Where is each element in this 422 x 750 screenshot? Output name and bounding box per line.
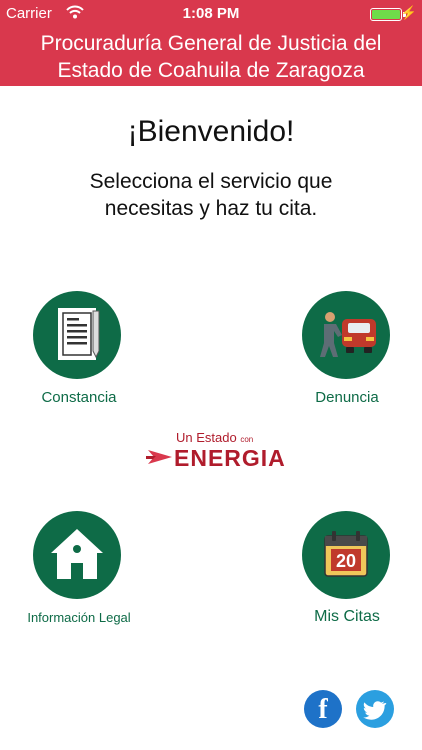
police-car-icon: [320, 312, 376, 357]
header-title-line1: Procuraduría General de Justicia del: [40, 32, 382, 55]
denuncia-label[interactable]: Denuncia: [286, 389, 408, 406]
energia-logo-mark: [146, 450, 172, 464]
facebook-button[interactable]: f: [304, 690, 342, 728]
document-icon: [58, 308, 100, 360]
facebook-icon: f: [318, 694, 328, 725]
twitter-button[interactable]: [356, 690, 394, 728]
charging-icon: ⚡: [400, 5, 417, 20]
status-bar: Carrier 1:08 PM ⚡: [0, 0, 422, 28]
un-estado-con-energia-logo: Un Estado con ENERGIA: [140, 430, 290, 471]
status-time: 1:08 PM: [182, 5, 240, 22]
header-title: Procuraduría General de Justicia del Est…: [0, 30, 422, 84]
house-icon: [51, 529, 103, 579]
twitter-icon: [363, 701, 387, 720]
logo-top: Un Estado: [176, 430, 237, 445]
informacion-legal-label[interactable]: Información Legal: [10, 610, 148, 625]
calendar-day: 20: [336, 551, 356, 571]
logo-con: con: [240, 435, 254, 444]
logo-brand: ENERGIA: [174, 445, 286, 471]
mis-citas-label[interactable]: Mis Citas: [286, 608, 408, 626]
logo-tagline: Un Estado con: [176, 430, 253, 445]
informacion-legal-button[interactable]: [33, 511, 121, 599]
calendar-icon: 20: [324, 531, 368, 577]
welcome-heading: ¡Bienvenido!: [127, 115, 295, 148]
app-header: Carrier 1:08 PM ⚡ Procuraduría General d…: [0, 0, 422, 86]
subtitle: Selecciona el servicio que necesitas y h…: [60, 168, 362, 222]
subtitle-line1: Selecciona el servicio que: [89, 170, 333, 193]
subtitle-line2: necesitas y haz tu cita.: [104, 197, 318, 220]
denuncia-button[interactable]: [302, 291, 390, 379]
battery-icon: [370, 8, 402, 21]
header-title-line2: Estado de Coahuila de Zaragoza: [57, 59, 365, 82]
mis-citas-button[interactable]: 20: [302, 511, 390, 599]
constancia-label[interactable]: Constancia: [14, 389, 144, 406]
constancia-button[interactable]: [33, 291, 121, 379]
